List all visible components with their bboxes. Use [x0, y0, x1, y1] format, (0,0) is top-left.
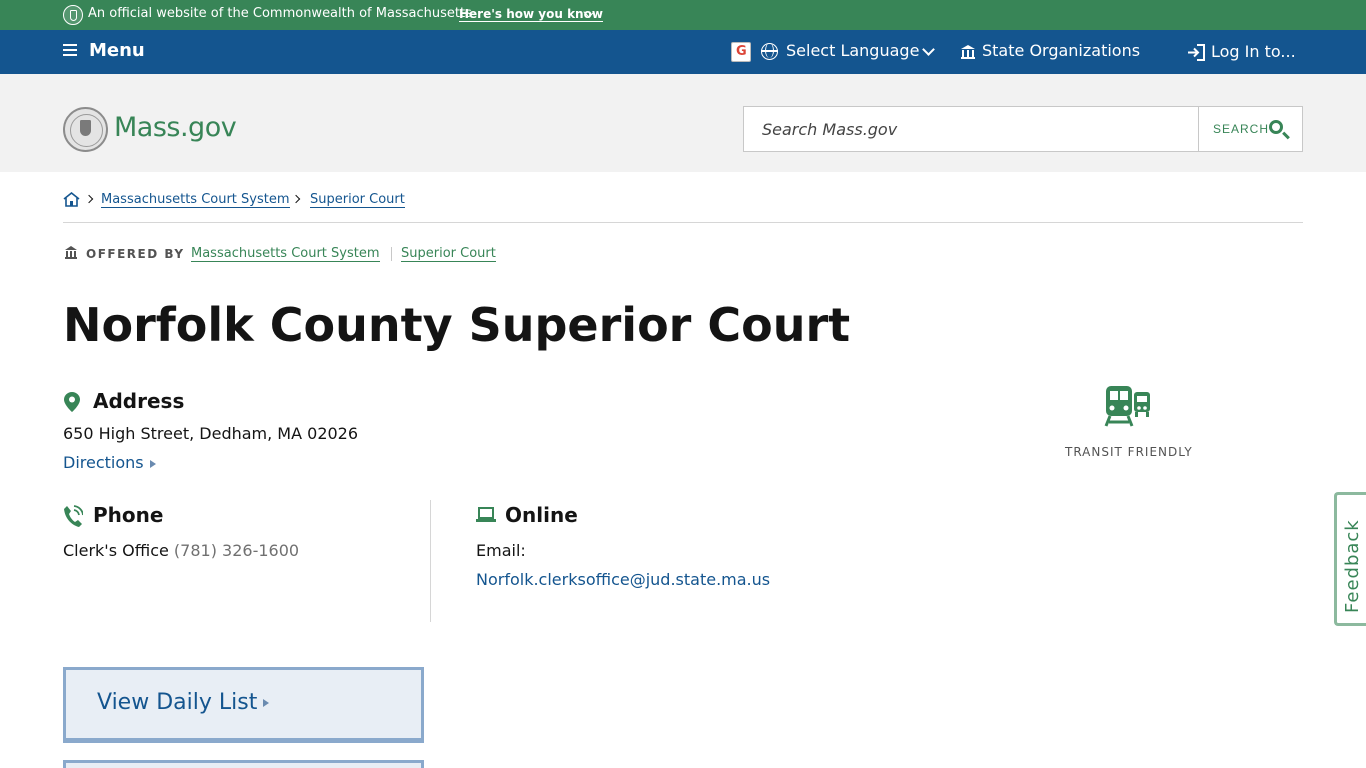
- official-website-text: An official website of the Commonwealth …: [88, 6, 472, 21]
- email-link[interactable]: Norfolk.clerksoffice@jud.state.ma.us: [476, 570, 770, 589]
- google-translate-icon: [731, 42, 751, 62]
- laptop-icon: [476, 507, 496, 522]
- directions-link[interactable]: Directions: [63, 453, 156, 472]
- select-language-button[interactable]: Select Language: [786, 41, 919, 60]
- heres-how-you-know-link[interactable]: Here's how you know: [459, 7, 603, 22]
- view-daily-list-text: View Daily List: [97, 690, 258, 715]
- phone-number-link[interactable]: (781) 326-1600: [174, 541, 299, 560]
- page-title: Norfolk County Superior Court: [63, 298, 851, 352]
- address-heading: Address: [93, 389, 185, 413]
- view-daily-list-button[interactable]: View Daily List: [63, 667, 424, 741]
- search-field-wrapper: [743, 106, 1199, 152]
- phone-heading: Phone: [93, 503, 164, 527]
- next-action-button[interactable]: [63, 760, 424, 768]
- offered-by-label: OFFERED BY: [86, 247, 185, 261]
- hamburger-icon: [63, 44, 77, 58]
- clerks-office-label: Clerk's Office: [63, 541, 169, 560]
- breadcrumb-chevron-icon: [291, 194, 301, 204]
- breadcrumb-court-system[interactable]: Massachusetts Court System: [101, 192, 290, 208]
- feedback-label: Feedback: [1342, 519, 1363, 613]
- offered-by-court-system-link[interactable]: Massachusetts Court System: [191, 246, 380, 262]
- search-input[interactable]: [744, 107, 1198, 151]
- home-icon[interactable]: [63, 192, 80, 207]
- arrow-right-icon: [263, 699, 270, 707]
- mass-gov-seal-logo[interactable]: [63, 107, 108, 152]
- building-icon: [961, 45, 975, 59]
- login-button[interactable]: Log In to...: [1211, 42, 1296, 61]
- mass-gov-logo-text[interactable]: Mass.gov: [114, 112, 237, 143]
- breadcrumb-chevron-icon: [84, 194, 94, 204]
- building-icon: [65, 246, 77, 259]
- directions-label: Directions: [63, 453, 144, 472]
- arrow-right-icon: [149, 459, 156, 468]
- email-label: Email:: [476, 541, 526, 560]
- site-header: Mass.gov SEARCH: [0, 74, 1366, 172]
- globe-icon: [761, 43, 778, 60]
- phone-line: Clerk's Office (781) 326-1600: [63, 541, 299, 560]
- online-heading: Online: [505, 503, 578, 527]
- transit-friendly-label: TRANSIT FRIENDLY: [1065, 445, 1193, 459]
- breadcrumb-superior-court[interactable]: Superior Court: [310, 192, 405, 208]
- address-line: 650 High Street, Dedham, MA 02026: [63, 424, 359, 443]
- breadcrumb-divider: [63, 222, 1303, 223]
- feedback-tab[interactable]: Feedback: [1334, 492, 1366, 626]
- search-icon: [1269, 120, 1283, 134]
- utility-nav: Menu Select Language State Organizations…: [0, 30, 1366, 74]
- view-daily-list-label: View Daily List: [97, 690, 270, 715]
- location-pin-icon: [64, 392, 80, 412]
- official-banner: An official website of the Commonwealth …: [0, 0, 1366, 30]
- search-button[interactable]: SEARCH: [1198, 106, 1303, 152]
- state-organizations-button[interactable]: State Organizations: [982, 41, 1140, 60]
- login-icon: [1188, 44, 1205, 61]
- offered-by-superior-court-link[interactable]: Superior Court: [401, 246, 496, 262]
- column-divider: [430, 500, 431, 622]
- chevron-down-icon[interactable]: [922, 43, 935, 56]
- offered-by-separator: [391, 247, 392, 261]
- phone-icon: [64, 505, 83, 527]
- massachusetts-seal-icon: [63, 5, 83, 25]
- transit-train-bus-icon: [1104, 386, 1150, 427]
- search-button-label: SEARCH: [1213, 122, 1270, 136]
- menu-label: Menu: [89, 40, 145, 61]
